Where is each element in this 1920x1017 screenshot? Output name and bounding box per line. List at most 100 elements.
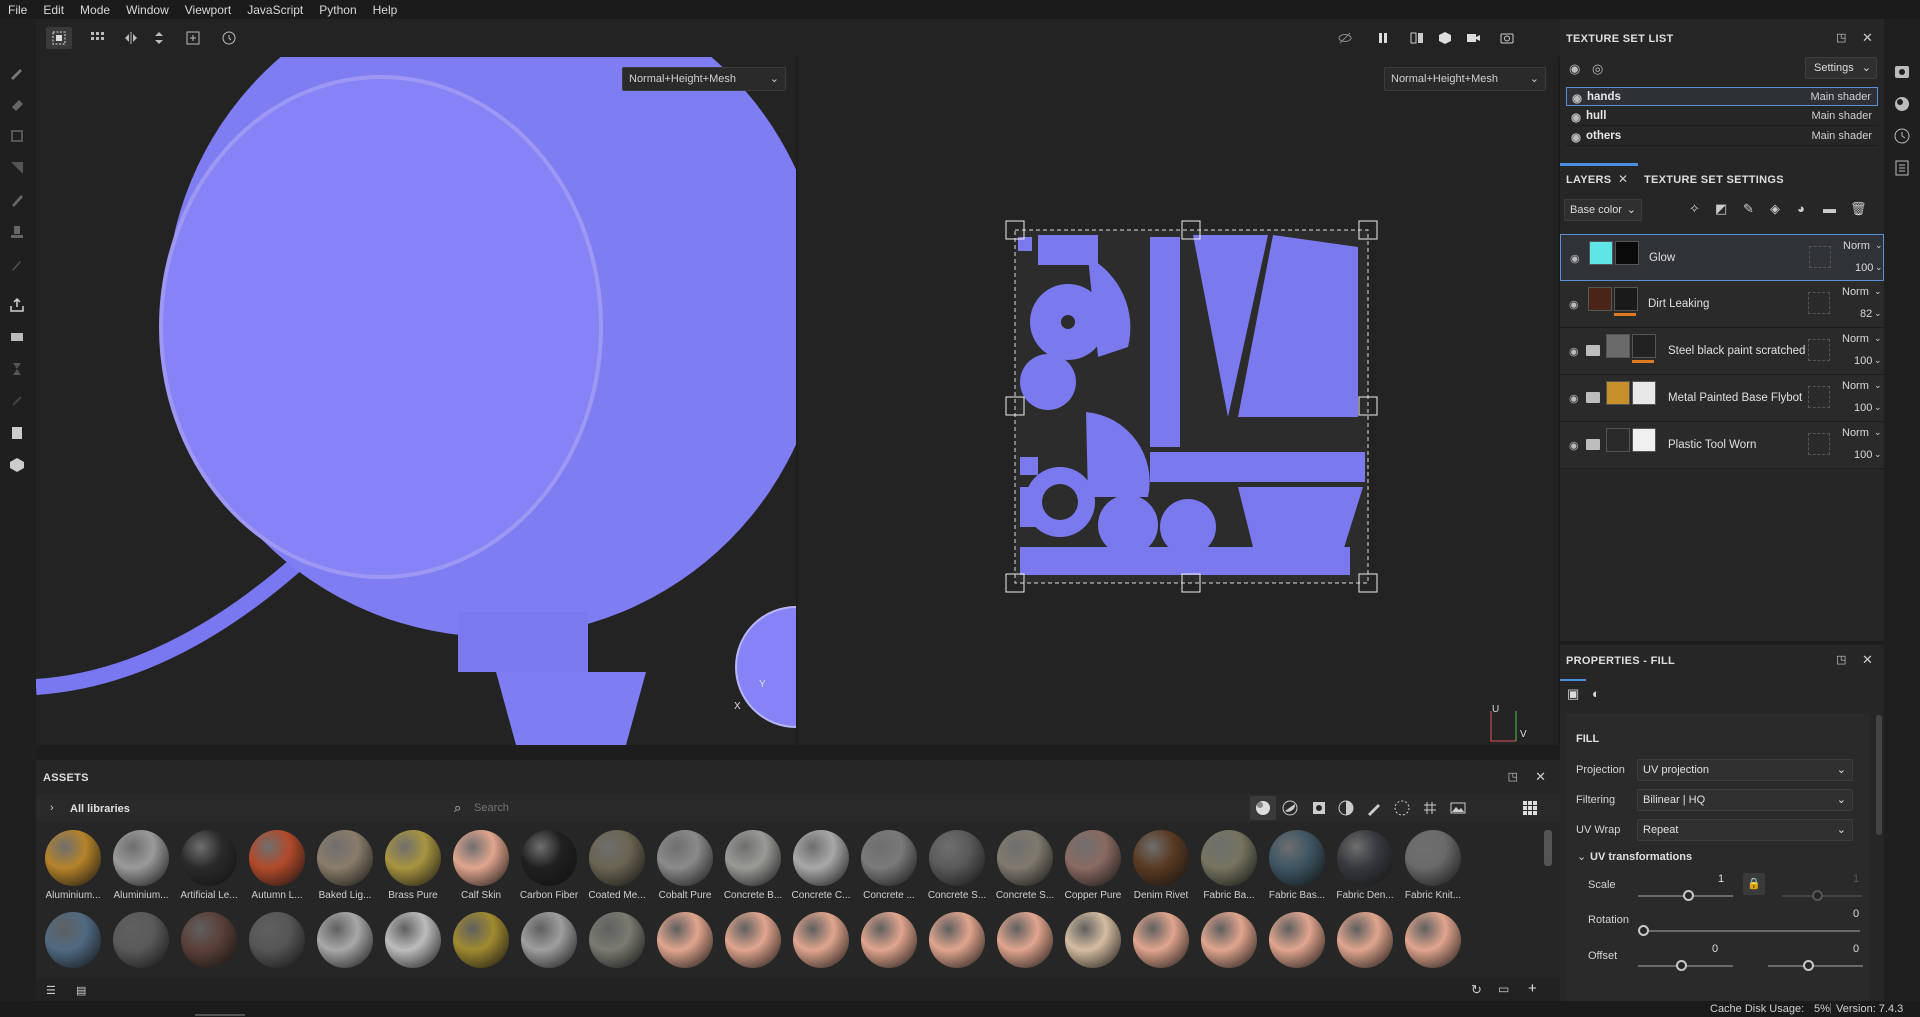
cube-icon[interactable] [1432, 27, 1458, 49]
material-thumbnail[interactable] [997, 912, 1053, 968]
eye-icon[interactable]: ◉ [1570, 252, 1580, 265]
mask-slot[interactable] [1808, 433, 1830, 455]
material-thumbnail[interactable] [1065, 912, 1121, 968]
add-icon[interactable] [180, 27, 206, 49]
mask-slot[interactable] [1808, 386, 1830, 408]
blend-mode[interactable]: Norm [1842, 333, 1869, 345]
blend-mode[interactable]: Norm [1842, 380, 1869, 392]
material-thumbnail[interactable] [1337, 830, 1393, 886]
filter-smart-materials-icon[interactable] [1282, 800, 1298, 819]
layer-name[interactable]: Steel black paint scratched [1668, 345, 1805, 357]
mirror-y-icon[interactable] [146, 27, 172, 49]
chevron-down-icon[interactable]: ⌄ [1577, 850, 1586, 863]
link-icon[interactable] [8, 392, 28, 412]
material-thumbnail[interactable] [1133, 830, 1189, 886]
add-mask-icon[interactable]: ◩ [1715, 201, 1727, 217]
selection-mode-icon[interactable] [46, 27, 72, 49]
filter-textures-icon[interactable] [1311, 800, 1327, 819]
texture-set-item[interactable]: ◉ others Main shader [1566, 127, 1878, 146]
paint-brush-icon[interactable] [8, 63, 28, 83]
material-thumbnail[interactable] [385, 830, 441, 886]
3d-box-icon[interactable] [8, 456, 28, 476]
visibility-toggle-all-icon[interactable]: ◉ [1569, 61, 1580, 77]
assets-scrollbar[interactable] [1544, 830, 1552, 866]
mask-slot[interactable] [1808, 292, 1830, 314]
material-thumbnail[interactable] [249, 912, 305, 968]
layer-row[interactable]: ◉ Glow Norm ⌄ 100 ⌄ [1560, 234, 1884, 281]
menu-javascript[interactable]: JavaScript [239, 3, 311, 17]
delete-icon[interactable]: 🗑 [1850, 201, 1867, 217]
layer-row[interactable]: ◉ Metal Painted Base Flybot Norm ⌄ 100 ⌄ [1560, 375, 1884, 422]
mirror-x-icon[interactable] [118, 27, 144, 49]
material-thumbnail[interactable] [793, 830, 849, 886]
fill-properties-icon[interactable]: ▣ [1567, 686, 1579, 702]
refresh-icon[interactable]: ↻ [1471, 982, 1482, 998]
detail-view-icon[interactable]: ▤ [76, 984, 86, 997]
eye-icon[interactable]: ◉ [1571, 110, 1581, 124]
uv-transformations-header[interactable]: UV transformations [1590, 851, 1692, 863]
offset-x-slider-knob[interactable] [1676, 960, 1687, 971]
filter-particles-icon[interactable] [1394, 800, 1410, 819]
close-icon[interactable]: ✕ [1862, 30, 1873, 46]
layer-row[interactable]: ◉ Dirt Leaking Norm ⌄ 82 ⌄ [1560, 281, 1884, 328]
history-icon[interactable] [216, 27, 242, 49]
layer-name[interactable]: Dirt Leaking [1648, 298, 1709, 310]
eye-icon[interactable]: ◎ [1592, 61, 1603, 77]
export-icon[interactable] [8, 296, 28, 316]
material-thumbnail[interactable] [113, 912, 169, 968]
document-icon[interactable] [8, 424, 28, 444]
eye-icon[interactable]: ◉ [1569, 345, 1579, 358]
search-input[interactable] [474, 798, 1254, 818]
settings-dropdown[interactable]: Settings ⌄ [1805, 57, 1877, 79]
properties-scrollbar[interactable] [1876, 715, 1882, 835]
material-thumbnail[interactable] [589, 912, 645, 968]
lock-icon[interactable]: 🔒 [1743, 873, 1765, 895]
filter-grid-icon[interactable] [1422, 800, 1438, 819]
grid-select-icon[interactable] [84, 27, 110, 49]
texture-set-settings-icon[interactable] [1893, 63, 1913, 83]
display-settings-icon[interactable] [1893, 95, 1913, 115]
material-thumbnail[interactable] [725, 830, 781, 886]
material-thumbnail[interactable] [657, 912, 713, 968]
texture-set-item[interactable]: ◉ hull Main shader [1566, 107, 1878, 126]
material-thumbnail[interactable] [1133, 912, 1189, 968]
close-icon[interactable]: ✕ [1862, 652, 1873, 668]
material-thumbnail[interactable] [181, 830, 237, 886]
material-thumbnail[interactable] [793, 912, 849, 968]
smudge-icon[interactable] [8, 191, 28, 211]
material-thumbnail[interactable] [317, 830, 373, 886]
layer-name[interactable]: Metal Painted Base Flybot [1668, 392, 1802, 404]
menu-edit[interactable]: Edit [35, 3, 72, 17]
opacity-value[interactable]: 100 [1854, 355, 1872, 367]
rotation-slider-track[interactable] [1644, 930, 1860, 932]
material-icon[interactable]: ◐ [1592, 686, 1600, 701]
material-thumbnail[interactable] [45, 830, 101, 886]
opacity-value[interactable]: 100 [1854, 402, 1872, 414]
material-thumbnail[interactable] [1201, 912, 1257, 968]
split-view-icon[interactable] [1404, 27, 1430, 49]
menu-file[interactable]: File [0, 3, 35, 17]
eye-icon[interactable]: ◉ [1569, 392, 1579, 405]
layer-name[interactable]: Plastic Tool Worn [1668, 439, 1756, 451]
eraser-icon[interactable] [8, 95, 28, 115]
material-thumbnail[interactable] [929, 830, 985, 886]
material-thumbnail[interactable] [1065, 830, 1121, 886]
eye-icon[interactable]: ◉ [1571, 130, 1581, 144]
material-thumbnail[interactable] [861, 830, 917, 886]
add-fill-layer-icon[interactable]: ◈ [1770, 201, 1780, 217]
tab-layers[interactable]: LAYERS [1566, 174, 1611, 186]
material-thumbnail[interactable] [1405, 830, 1461, 886]
projection-icon[interactable] [8, 127, 28, 147]
shader-name[interactable]: Main shader [1811, 110, 1872, 122]
menu-help[interactable]: Help [365, 3, 406, 17]
material-thumbnail[interactable] [453, 830, 509, 886]
scale-slider-knob[interactable] [1683, 890, 1694, 901]
hourglass-icon[interactable] [8, 360, 28, 380]
clone-stamp-icon[interactable] [8, 223, 28, 243]
list-view-icon[interactable]: ☰ [46, 984, 56, 997]
material-thumbnail[interactable] [45, 912, 101, 968]
material-thumbnail[interactable] [1337, 912, 1393, 968]
shader-name[interactable]: Main shader [1811, 130, 1872, 142]
eye-icon[interactable]: ◉ [1569, 298, 1579, 311]
close-icon[interactable]: ✕ [1618, 172, 1628, 186]
